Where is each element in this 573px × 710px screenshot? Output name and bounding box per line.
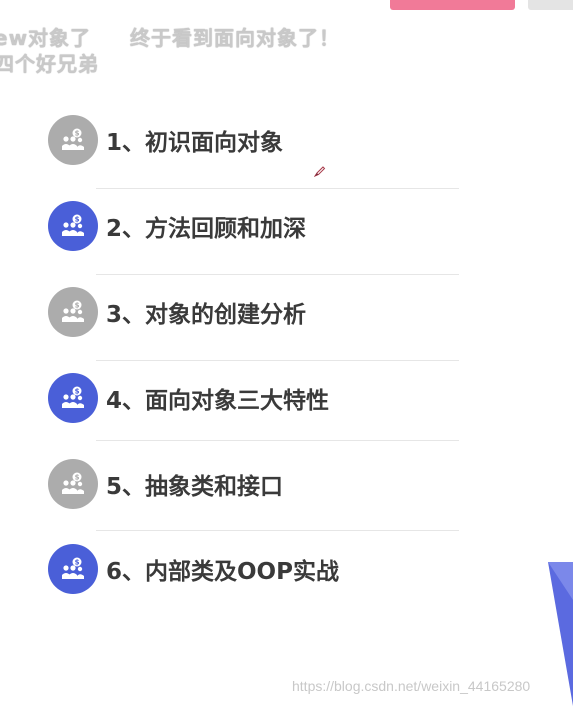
people-coin-icon: $	[48, 115, 98, 165]
outline-item-3[interactable]: $ 3、对象的创建分析	[48, 286, 306, 338]
outline-item-label: 5、抽象类和接口	[106, 474, 284, 500]
people-coin-icon: $	[48, 373, 98, 423]
outline-item-5[interactable]: $ 5、抽象类和接口	[48, 458, 283, 510]
pen-cursor-icon	[313, 162, 326, 181]
danmaku-comment: 四个好兄弟	[0, 52, 99, 76]
outline-item-label: 3、对象的创建分析	[106, 302, 307, 328]
outline-item-label: 6、内部类及OOP实战	[106, 559, 339, 585]
outline-item-4[interactable]: $ 4、面向对象三大特性	[48, 372, 329, 424]
svg-text:$: $	[75, 302, 80, 310]
divider	[96, 440, 459, 441]
outline-item-label: 4、面向对象三大特性	[106, 388, 330, 414]
outline-item-label: 1、初识面向对象	[106, 130, 284, 156]
divider	[96, 188, 459, 189]
divider	[96, 274, 459, 275]
svg-text:$: $	[75, 388, 80, 396]
outline-item-2[interactable]: $ 2、方法回顾和加深	[48, 200, 306, 252]
top-gray-button[interactable]	[528, 0, 573, 10]
divider	[96, 530, 459, 531]
danmaku-comment: 终于看到面向对象了！	[130, 26, 340, 50]
svg-text:$: $	[75, 216, 80, 224]
people-coin-icon: $	[48, 201, 98, 251]
svg-text:$: $	[75, 474, 80, 482]
outline-item-1[interactable]: $ 1、初识面向对象	[48, 114, 283, 166]
svg-text:$: $	[75, 559, 80, 567]
top-pink-button[interactable]	[390, 0, 515, 10]
divider	[96, 360, 459, 361]
decorative-triangle	[540, 560, 573, 710]
people-coin-icon: $	[48, 287, 98, 337]
people-coin-icon: $	[48, 459, 98, 509]
danmaku-comment: ew对象了	[0, 26, 92, 50]
watermark-text: https://blog.csdn.net/weixin_44165280	[292, 678, 531, 694]
people-coin-icon: $	[48, 544, 98, 594]
outline-item-6[interactable]: $ 6、内部类及OOP实战	[48, 543, 339, 595]
outline-item-label: 2、方法回顾和加深	[106, 216, 307, 242]
svg-text:$: $	[75, 130, 80, 138]
